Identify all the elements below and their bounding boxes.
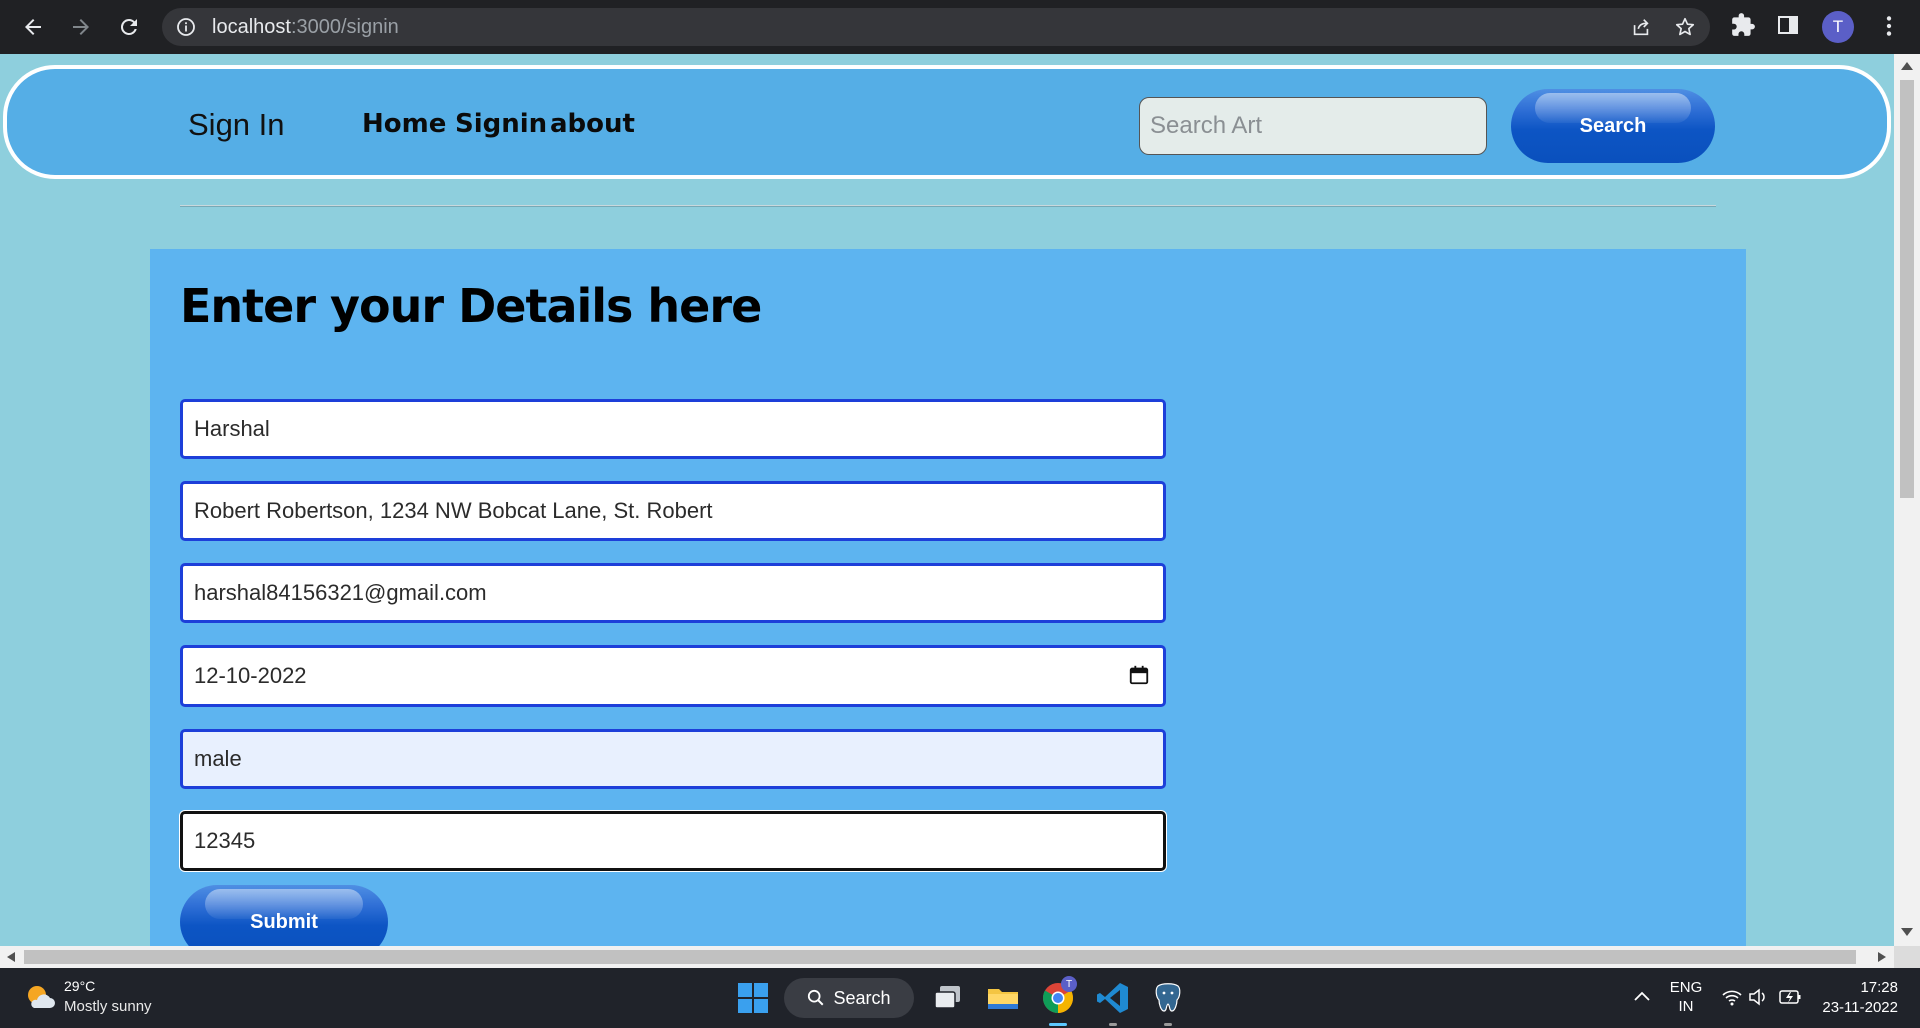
scroll-down-arrow-icon[interactable]	[1901, 928, 1913, 936]
calendar-icon[interactable]	[1128, 664, 1150, 686]
site-navbar: Sign In Home Signin about Search	[3, 65, 1891, 179]
vscode-running-indicator	[1109, 1023, 1117, 1026]
horizontal-scroll-thumb[interactable]	[24, 950, 1856, 964]
forward-button[interactable]	[64, 10, 98, 44]
clock-date: 23-11-2022	[1822, 999, 1898, 1016]
url-text: localhost:3000/signin	[212, 16, 399, 38]
site-info-icon[interactable]	[176, 17, 196, 37]
chrome-active-indicator	[1049, 1023, 1067, 1026]
magnifier-icon	[808, 989, 824, 1006]
wifi-icon[interactable]	[1722, 988, 1742, 1006]
address-bar[interactable]: localhost:3000/signin	[162, 8, 1710, 46]
browser-toolbar: localhost:3000/signin T	[0, 0, 1920, 54]
email-field[interactable]	[180, 563, 1166, 623]
vscode-icon[interactable]	[1095, 980, 1131, 1016]
file-explorer-icon[interactable]	[985, 980, 1021, 1016]
gender-field[interactable]	[180, 729, 1166, 789]
clock-time: 17:28	[1860, 979, 1898, 996]
side-panel-icon[interactable]	[1776, 13, 1800, 37]
page-viewport: Sign In Home Signin about Search Enter y…	[0, 54, 1894, 946]
vertical-scrollbar[interactable]	[1894, 54, 1920, 946]
vertical-scroll-thumb[interactable]	[1900, 80, 1914, 498]
battery-charging-icon[interactable]	[1778, 988, 1802, 1006]
sun-cloud-icon	[28, 986, 55, 1008]
nav-link-signin[interactable]: Signin	[455, 109, 547, 139]
scroll-up-arrow-icon[interactable]	[1901, 62, 1913, 70]
reload-button[interactable]	[112, 10, 146, 44]
extensions-puzzle-icon[interactable]	[1730, 12, 1756, 38]
chrome-profile-badge: T	[1061, 976, 1077, 992]
language-indicator[interactable]: ENG IN	[1666, 978, 1706, 1016]
address-field[interactable]	[180, 481, 1166, 541]
brand-title: Sign In	[188, 107, 285, 142]
bookmark-star-icon[interactable]	[1674, 16, 1696, 38]
nav-link-about[interactable]: about	[550, 109, 635, 139]
back-button[interactable]	[16, 10, 50, 44]
language-code: ENG	[1669, 979, 1703, 996]
profile-avatar[interactable]: T	[1822, 11, 1854, 43]
search-button-label: Search	[1579, 114, 1647, 137]
search-button[interactable]: Search	[1511, 89, 1715, 163]
scroll-right-arrow-icon[interactable]	[1878, 952, 1886, 962]
show-hidden-icons-chevron-icon[interactable]	[1634, 990, 1650, 1002]
nav-link-home[interactable]: Home	[362, 109, 446, 139]
taskbar-search-button[interactable]: Search	[784, 978, 914, 1018]
date-field-value[interactable]: 12-10-2022	[180, 645, 1166, 707]
forward-arrow-icon	[73, 19, 89, 35]
password-field[interactable]	[180, 811, 1166, 871]
submit-button[interactable]: Submit	[180, 885, 388, 946]
scroll-left-arrow-icon[interactable]	[7, 952, 15, 962]
horizontal-divider	[180, 205, 1716, 207]
language-region: IN	[1678, 998, 1694, 1015]
postgres-running-indicator	[1164, 1023, 1172, 1026]
windows-taskbar: 29°C Mostly sunny Search T ENG IN 17:28 …	[0, 968, 1920, 1028]
search-art-input[interactable]	[1139, 97, 1487, 155]
more-menu-icon[interactable]	[1876, 12, 1902, 40]
name-field[interactable]	[180, 399, 1166, 459]
date-of-birth-field[interactable]: 12-10-2022	[180, 645, 1166, 707]
volume-icon[interactable]	[1748, 988, 1768, 1006]
horizontal-scrollbar[interactable]	[0, 946, 1894, 968]
submit-button-label: Submit	[250, 910, 318, 933]
weather-condition: Mostly sunny	[64, 998, 152, 1015]
signin-form-card: Enter your Details here 12-10-2022 Submi…	[150, 249, 1746, 946]
back-arrow-icon	[25, 19, 41, 35]
postgresql-elephant-icon[interactable]	[1150, 980, 1186, 1016]
scrollbar-corner	[1894, 946, 1920, 968]
taskbar-search-label: Search	[833, 987, 891, 1008]
form-heading: Enter your Details here	[180, 279, 762, 333]
task-view-icon[interactable]	[930, 980, 966, 1016]
share-icon[interactable]	[1630, 16, 1652, 38]
windows-start-icon[interactable]	[735, 980, 771, 1016]
weather-temperature: 29°C	[64, 978, 96, 994]
reload-icon	[120, 18, 137, 35]
system-clock[interactable]: 17:28 23-11-2022	[1818, 978, 1898, 1018]
